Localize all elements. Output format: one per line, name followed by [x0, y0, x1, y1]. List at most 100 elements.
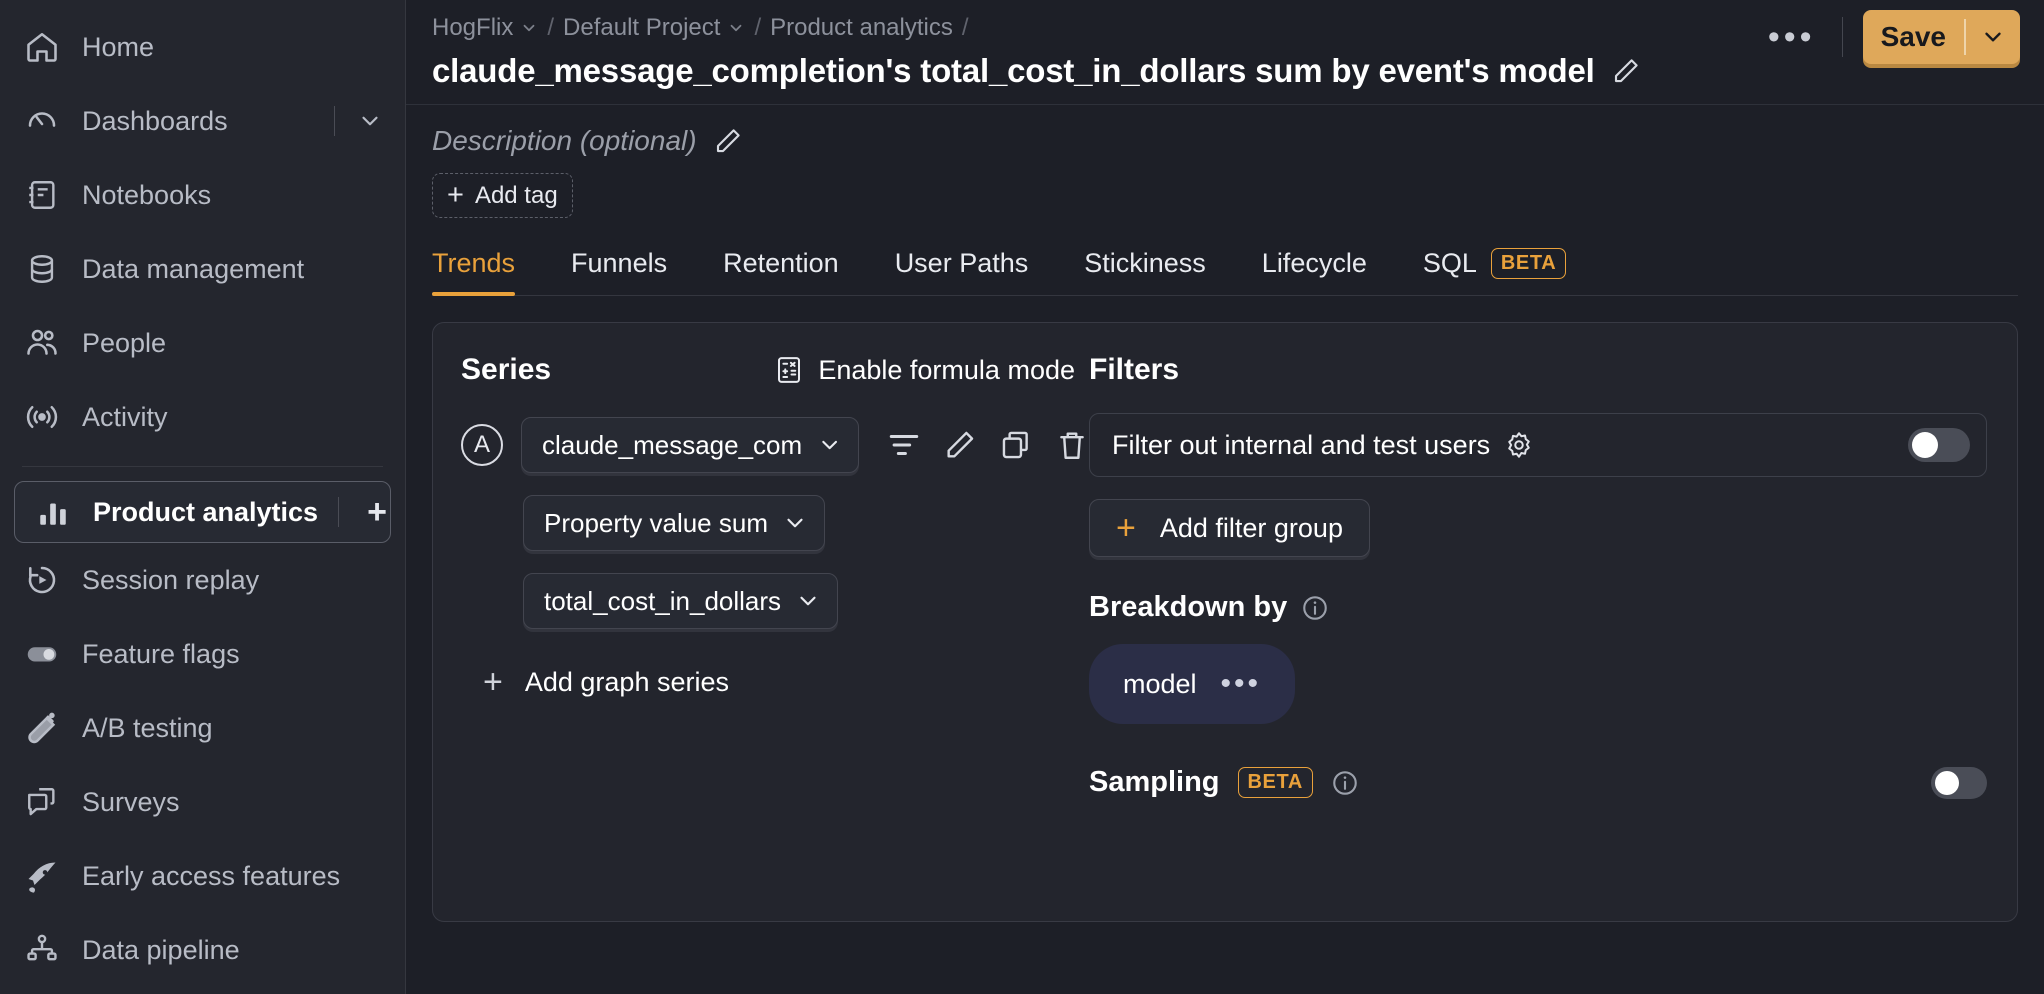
gear-icon[interactable]	[1504, 430, 1534, 460]
enable-formula-mode-button[interactable]: Enable formula mode	[774, 355, 1075, 386]
sidebar-item-label: Data management	[82, 253, 305, 284]
save-dropdown-button[interactable]	[1966, 10, 2020, 64]
toggle-icon	[22, 634, 62, 674]
tab-funnels[interactable]: Funnels	[543, 248, 695, 295]
top-right-actions: ••• Save	[1746, 10, 2020, 64]
plus-icon[interactable]: +	[361, 495, 393, 529]
filters-title: Filters	[1089, 353, 1180, 386]
speech-bubbles-icon	[22, 782, 62, 822]
tab-stickiness[interactable]: Stickiness	[1056, 248, 1234, 295]
query-editor-panel: Series Enable formula mode A claude_mess…	[432, 322, 2018, 922]
info-icon[interactable]	[1301, 594, 1329, 622]
tab-trends[interactable]: Trends	[432, 248, 543, 296]
chevron-down-icon	[821, 440, 837, 450]
bar-chart-icon	[33, 492, 73, 532]
series-math-row: Property value sum	[461, 495, 1089, 551]
rocket-icon	[22, 856, 62, 896]
series-event-select[interactable]: claude_message_completi	[521, 417, 859, 473]
sidebar-item-label: Session replay	[82, 564, 260, 595]
series-row-actions	[887, 428, 1089, 462]
plus-icon: +	[447, 179, 464, 211]
insight-tabs: Trends Funnels Retention User Paths Stic…	[432, 248, 2018, 296]
sidebar-item-label: Notebooks	[82, 179, 212, 210]
divider	[1841, 17, 1843, 57]
breadcrumb-label: HogFlix	[432, 14, 514, 41]
sidebar-item-label: Early access features	[82, 860, 341, 891]
save-button-label: Save	[1880, 21, 1946, 52]
breadcrumb-item-product-analytics[interactable]: Product analytics	[770, 14, 953, 42]
series-property-select[interactable]: total_cost_in_dollars	[523, 573, 839, 629]
breadcrumb-separator: /	[547, 14, 555, 41]
sidebar-item-people[interactable]: People	[0, 306, 405, 380]
tab-label: Lifecycle	[1261, 248, 1367, 278]
calculator-icon	[778, 357, 801, 383]
sidebar-item-session-replay[interactable]: Session replay	[0, 543, 405, 617]
sidebar-item-activity[interactable]: Activity	[0, 380, 405, 454]
more-options-button[interactable]: •••	[1746, 15, 1838, 59]
info-icon[interactable]	[1331, 769, 1359, 797]
sidebar-item-feature-flags[interactable]: Feature flags	[0, 617, 405, 691]
product-analytics-new[interactable]: +	[338, 495, 393, 529]
add-tag-button[interactable]: + Add tag	[432, 173, 573, 218]
sidebar: Home Dashboards Notebooks Data managemen…	[0, 0, 406, 994]
sidebar-item-label: Feature flags	[82, 638, 240, 669]
chevron-down-icon[interactable]	[727, 19, 745, 37]
chevron-down-icon[interactable]	[357, 108, 383, 134]
description-area: Description (optional) + Add tag	[406, 105, 2044, 218]
trash-icon[interactable]	[1055, 428, 1089, 462]
breadcrumb-item-org[interactable]: HogFlix	[432, 14, 538, 42]
flask-icon	[22, 708, 62, 748]
tab-label: Stickiness	[1084, 248, 1206, 278]
tab-retention[interactable]: Retention	[695, 248, 867, 295]
sidebar-item-product-analytics[interactable]: Product analytics +	[14, 481, 391, 543]
plus-icon: +	[1116, 509, 1136, 547]
duplicate-icon[interactable]	[999, 428, 1033, 462]
tab-user-paths[interactable]: User Paths	[867, 248, 1057, 295]
breadcrumb-separator: /	[754, 14, 762, 41]
beta-badge: BETA	[1237, 767, 1313, 798]
enable-formula-mode-label: Enable formula mode	[818, 354, 1075, 385]
tab-label: SQL	[1422, 248, 1477, 278]
tab-lifecycle[interactable]: Lifecycle	[1234, 248, 1395, 295]
add-filter-group-button[interactable]: + Add filter group	[1089, 499, 1370, 557]
pencil-icon[interactable]	[713, 126, 743, 156]
database-icon	[22, 249, 62, 289]
breadcrumb-label: Default Project	[563, 14, 721, 41]
plus-icon: +	[483, 663, 503, 701]
breakdown-chip-label: model	[1123, 668, 1197, 699]
sidebar-item-home[interactable]: Home	[0, 10, 405, 84]
chevron-down-icon	[1985, 32, 2001, 42]
add-tag-label: Add tag	[474, 181, 558, 209]
breadcrumb-item-project[interactable]: Default Project	[563, 14, 745, 42]
series-math-select[interactable]: Property value sum	[523, 495, 825, 551]
chevron-down-icon[interactable]	[520, 19, 538, 37]
tab-sql[interactable]: SQL BETA	[1395, 248, 1594, 295]
filter-internal-users-toggle[interactable]	[1908, 428, 1970, 462]
sidebar-item-dashboards[interactable]: Dashboards	[0, 84, 405, 158]
pencil-icon[interactable]	[1611, 56, 1641, 86]
chevron-down-icon	[787, 518, 803, 528]
description-placeholder: Description (optional)	[432, 125, 697, 156]
pencil-icon[interactable]	[943, 428, 977, 462]
sidebar-item-surveys[interactable]: Surveys	[0, 765, 405, 839]
sidebar-item-ab-testing[interactable]: A/B testing	[0, 691, 405, 765]
sidebar-item-label: People	[82, 327, 167, 358]
add-graph-series-button[interactable]: + Add graph series	[483, 665, 1089, 699]
sidebar-item-data-management[interactable]: Data management	[0, 232, 405, 306]
chevron-down-icon	[800, 596, 816, 606]
sidebar-divider	[22, 466, 383, 467]
sidebar-item-notebooks[interactable]: Notebooks	[0, 158, 405, 232]
sidebar-item-label: Activity	[82, 401, 168, 432]
sidebar-item-early-access-features[interactable]: Early access features	[0, 839, 405, 913]
sidebar-item-label: Data pipeline	[82, 934, 240, 965]
beta-badge: BETA	[1490, 248, 1567, 279]
save-button[interactable]: Save	[1862, 10, 2020, 64]
sampling-row: Sampling BETA	[1089, 766, 1987, 799]
dashboards-expand[interactable]	[334, 106, 383, 136]
breakdown-chip-more-button[interactable]: •••	[1221, 669, 1262, 699]
filter-icon[interactable]	[887, 428, 921, 462]
add-graph-series-label: Add graph series	[524, 666, 729, 697]
sidebar-item-data-pipeline[interactable]: Data pipeline	[0, 913, 405, 987]
sampling-toggle[interactable]	[1931, 766, 1987, 799]
breakdown-chip-model[interactable]: model •••	[1089, 644, 1296, 724]
